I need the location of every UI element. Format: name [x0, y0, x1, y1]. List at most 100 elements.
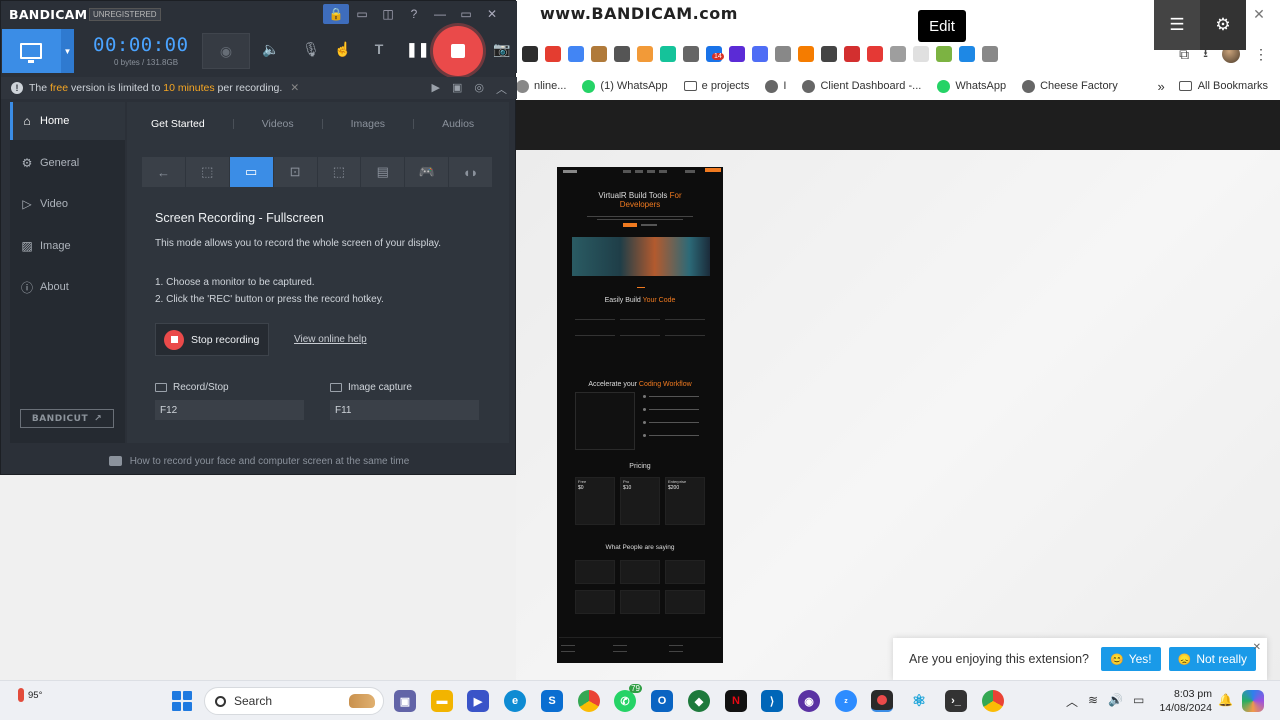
audio-icon[interactable]: ◎: [474, 81, 484, 97]
close-icon[interactable]: ✕: [479, 4, 505, 24]
extension-diamond-icon[interactable]: [729, 46, 745, 62]
taskbar-search-input[interactable]: Search: [204, 687, 384, 715]
netflix-icon[interactable]: N: [725, 690, 747, 712]
settings-gear-icon[interactable]: ⚙: [1200, 0, 1246, 50]
extension-play-icon[interactable]: [867, 46, 883, 62]
notice-close-icon[interactable]: ✕: [290, 82, 299, 94]
text-overlay-icon[interactable]: T: [369, 41, 389, 57]
back-arrow-icon[interactable]: ←: [142, 157, 185, 187]
trash-icon[interactable]: 🗑: [1019, 10, 1055, 42]
extension-a-icon[interactable]: [775, 46, 791, 62]
browser-menu-icon[interactable]: ⋮: [1254, 46, 1268, 63]
all-bookmarks-button[interactable]: All Bookmarks: [1178, 80, 1268, 92]
skype-icon[interactable]: S: [541, 690, 563, 712]
zoom-icon[interactable]: z: [835, 690, 857, 712]
bandicam-footer-tip[interactable]: How to record your face and computer scr…: [1, 447, 517, 475]
whatsapp-icon[interactable]: ✆ 79: [614, 684, 642, 712]
battery-icon[interactable]: ▭: [1133, 693, 1144, 710]
stop-recording-button[interactable]: Stop recording: [155, 323, 269, 356]
lock-icon[interactable]: 🔒: [323, 4, 349, 24]
bookmark-item[interactable]: nline...: [516, 79, 566, 93]
toast-yes-button[interactable]: 😊 Yes!: [1100, 647, 1161, 671]
microphone-off-icon[interactable]: 🎙: [301, 41, 321, 58]
chrome-profile-icon[interactable]: [982, 690, 1004, 712]
extension-grammarly-icon[interactable]: [660, 46, 676, 62]
extension-green-icon[interactable]: [936, 46, 952, 62]
file-explorer-icon[interactable]: ▬: [431, 690, 453, 712]
bookmark-item[interactable]: WhatsApp: [937, 79, 1006, 93]
extension-cookie-icon[interactable]: [591, 46, 607, 62]
notification-bell-icon[interactable]: 🔔: [1218, 693, 1233, 707]
unregistered-badge[interactable]: UNREGISTERED: [89, 8, 161, 21]
page-preview[interactable]: VirtualR Build Tools For Developers Easi…: [557, 167, 723, 663]
green-app-icon[interactable]: ◆: [688, 690, 710, 712]
minimize-icon[interactable]: —: [427, 4, 453, 24]
extension-dark-icon[interactable]: [522, 46, 538, 62]
terminal-icon[interactable]: ›_: [945, 690, 967, 712]
collapse-chevron-icon[interactable]: ︿: [496, 81, 507, 97]
weather-widget[interactable]: 95°: [18, 688, 42, 702]
bandicam-title-bar[interactable]: BANDICAM UNREGISTERED 🔒 ▭ ◫ ? — ▭ ✕: [1, 1, 517, 29]
audio-only-mode-icon[interactable]: ◖◗: [449, 157, 492, 187]
bandicut-button[interactable]: BANDICUT ↗: [20, 409, 114, 428]
select-area-mode-icon[interactable]: ⬚: [317, 157, 361, 187]
help-icon[interactable]: ?: [401, 4, 427, 24]
github-icon[interactable]: ◉: [798, 690, 820, 712]
extension-asterisk-icon[interactable]: [752, 46, 768, 62]
volume-icon[interactable]: 🔊: [1108, 693, 1123, 710]
mouse-click-icon[interactable]: ☝: [333, 41, 353, 58]
extension-mail-icon[interactable]: [982, 46, 998, 62]
bookmark-item[interactable]: Client Dashboard -...: [802, 79, 921, 93]
edge-icon[interactable]: e: [504, 690, 526, 712]
extension-pdf-icon[interactable]: [844, 46, 860, 62]
tray-chevron-up-icon[interactable]: ︿: [1066, 693, 1078, 710]
extension-mask-icon[interactable]: [614, 46, 630, 62]
extension-c-icon[interactable]: [959, 46, 975, 62]
pin-icon[interactable]: ◫: [375, 4, 401, 24]
extension-chart-icon[interactable]: [798, 46, 814, 62]
vscode-icon[interactable]: ⟩: [761, 690, 783, 712]
stop-record-button[interactable]: [433, 26, 483, 76]
extension-camera-icon[interactable]: [890, 46, 906, 62]
device-mode-icon[interactable]: ▤: [361, 157, 405, 187]
sidebar-item-video[interactable]: ▷ Video: [10, 185, 125, 223]
wifi-icon[interactable]: ≋: [1088, 693, 1098, 710]
speaker-icon[interactable]: 🔈: [261, 41, 281, 58]
fullscreen-mode-icon[interactable]: ▭: [229, 157, 273, 187]
bookmark-item[interactable]: I: [765, 79, 786, 93]
around-mouse-mode-icon[interactable]: ⊡: [273, 157, 317, 187]
download-pdf-icon[interactable]: ⤓: [1065, 10, 1101, 42]
toast-no-button[interactable]: 😞 Not really: [1168, 647, 1256, 671]
bookmarks-overflow-button[interactable]: »: [1157, 79, 1164, 94]
extension-drop-icon[interactable]: [637, 46, 653, 62]
sidebar-item-about[interactable]: ⓘ About: [10, 268, 125, 306]
extension-gauge-icon[interactable]: [683, 46, 699, 62]
close-button[interactable]: ✕: [1250, 6, 1268, 23]
toast-close-icon[interactable]: ✕: [1253, 642, 1261, 653]
image-icon[interactable]: ▣: [452, 81, 462, 97]
notes-icon[interactable]: ☰: [1154, 0, 1200, 50]
game-mode-icon[interactable]: 🎮: [405, 157, 449, 187]
webcam-off-icon[interactable]: ◉: [202, 33, 250, 69]
folder-icon[interactable]: ▭: [349, 4, 375, 24]
edit-button[interactable]: Edit: [918, 10, 966, 42]
pause-icon[interactable]: ❚❚: [406, 41, 429, 58]
sidebar-item-general[interactable]: ⚙ General: [10, 144, 125, 182]
teams-icon[interactable]: ▣: [394, 690, 416, 712]
download-icon[interactable]: ⭳: [1112, 10, 1148, 42]
extension-m-icon[interactable]: [821, 46, 837, 62]
bookmark-item[interactable]: (1) WhatsApp: [582, 79, 668, 93]
extension-tp-icon[interactable]: [545, 46, 561, 62]
bookmark-item[interactable]: e projects: [683, 80, 749, 92]
video-icon[interactable]: ▶: [432, 81, 440, 97]
copilot-icon[interactable]: [1242, 690, 1264, 712]
media-player-icon[interactable]: ▶: [467, 690, 489, 712]
sidebar-item-home[interactable]: ⌂ Home: [10, 102, 125, 140]
extension-calendar-icon[interactable]: 14: [706, 46, 724, 62]
extension-blank-icon[interactable]: [913, 46, 929, 62]
taskbar-clock[interactable]: 8:03 pm 14/08/2024: [1158, 687, 1212, 715]
tab-videos[interactable]: Videos: [262, 118, 294, 130]
sidebar-item-image[interactable]: ▨ Image: [10, 227, 125, 265]
rectangle-mode-icon[interactable]: ⬚: [185, 157, 229, 187]
windows-start-icon[interactable]: [172, 691, 192, 711]
